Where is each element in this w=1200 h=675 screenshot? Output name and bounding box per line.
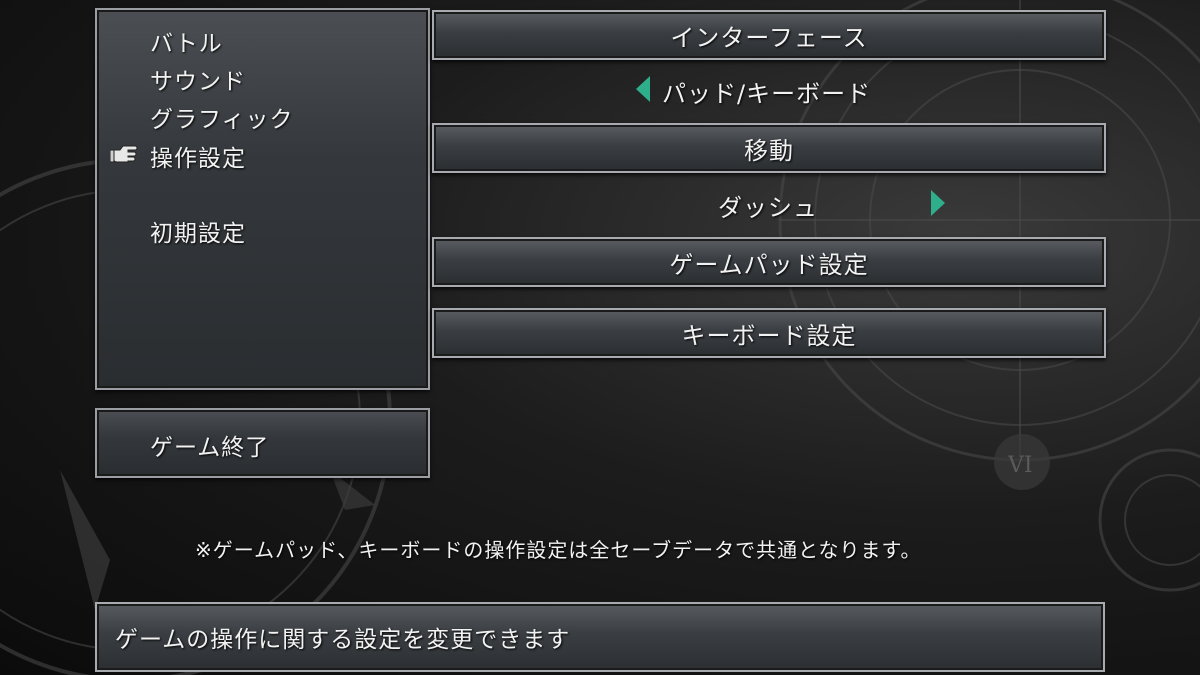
- menu-item-sound[interactable]: サウンド: [150, 62, 246, 96]
- interface-value[interactable]: パッド/キーボード: [662, 74, 871, 109]
- movement-value[interactable]: ダッシュ: [718, 188, 818, 223]
- svg-text:VI: VI: [1007, 453, 1033, 478]
- keyboard-settings-button[interactable]: キーボード設定: [432, 308, 1106, 358]
- menu-item-reset-defaults[interactable]: 初期設定: [150, 214, 246, 248]
- movement-next-arrow-icon[interactable]: [931, 190, 945, 216]
- gamepad-settings-button[interactable]: ゲームパッド設定: [432, 237, 1106, 287]
- shared-settings-note: ※ゲームパッド、キーボードの操作設定は全セーブデータで共通となります。: [195, 538, 922, 562]
- help-description-bar: ゲームの操作に関する設定を変更できます: [95, 602, 1105, 672]
- category-menu: [95, 8, 430, 390]
- menu-item-graphics[interactable]: グラフィック: [150, 100, 294, 134]
- movement-header: 移動: [432, 123, 1106, 173]
- pointing-hand-icon: [110, 145, 138, 163]
- help-description-text: ゲームの操作に関する設定を変更できます: [115, 627, 571, 653]
- menu-item-controls[interactable]: 操作設定: [150, 139, 246, 173]
- menu-item-battle[interactable]: バトル: [150, 24, 223, 58]
- quit-game-label: ゲーム終了: [150, 435, 270, 461]
- quit-game-button[interactable]: ゲーム終了: [95, 408, 430, 478]
- interface-header: インターフェース: [432, 10, 1106, 60]
- interface-prev-arrow-icon[interactable]: [636, 76, 650, 102]
